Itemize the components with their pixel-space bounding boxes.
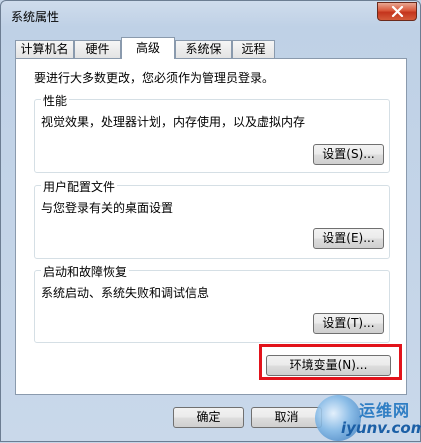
environment-variables-button[interactable]: 环境变量(N)... [266, 355, 391, 376]
startup-recovery-title: 启动和故障恢复 [41, 263, 130, 280]
advanced-tab-panel: 要进行大多数更改，您必须作为管理员登录。 性能 视觉效果，处理器计划，内存使用，… [15, 58, 407, 395]
tab-hardware[interactable]: 硬件 [74, 40, 121, 58]
system-properties-window: 系统属性 计算机名 硬件 高级 系统保护 远程 要进行大多数更改，您必须作为管理… [0, 0, 421, 442]
tab-system-protection[interactable]: 系统保护 [175, 40, 232, 72]
title-bar[interactable]: 系统属性 [1, 1, 420, 29]
watermark-text-top: 运维网 [359, 401, 411, 420]
user-profiles-group: 用户配置文件 与您登录有关的桌面设置 设置(E)... [34, 178, 390, 259]
user-profiles-desc: 与您登录有关的桌面设置 [41, 201, 174, 215]
performance-title: 性能 [41, 92, 70, 109]
window-title: 系统属性 [11, 10, 60, 24]
watermark: 运维网 iyunv.com [315, 391, 421, 443]
close-button[interactable] [377, 2, 417, 21]
performance-desc: 视觉效果，处理器计划，内存使用，以及虚拟内存 [41, 115, 306, 129]
admin-notice: 要进行大多数更改，您必须作为管理员登录。 [34, 71, 275, 85]
user-profiles-title: 用户配置文件 [41, 178, 118, 195]
close-icon [391, 6, 404, 17]
tab-remote[interactable]: 远程 [232, 40, 275, 58]
ok-button[interactable]: 确定 [173, 407, 244, 428]
performance-group: 性能 视觉效果，处理器计划，内存使用，以及虚拟内存 设置(S)... [34, 92, 390, 173]
startup-recovery-settings-button[interactable]: 设置(T)... [313, 313, 384, 334]
user-profiles-settings-button[interactable]: 设置(E)... [313, 228, 384, 249]
cancel-button[interactable]: 取消 [251, 407, 322, 428]
startup-recovery-group: 启动和故障恢复 系统启动、系统失败和调试信息 设置(T)... [34, 263, 390, 343]
performance-settings-button[interactable]: 设置(S)... [313, 144, 384, 165]
startup-recovery-desc: 系统启动、系统失败和调试信息 [41, 286, 210, 300]
tab-computer-name[interactable]: 计算机名 [15, 40, 74, 58]
watermark-text-bottom: iyunv.com [341, 419, 421, 437]
tab-advanced[interactable]: 高级 [121, 37, 175, 59]
